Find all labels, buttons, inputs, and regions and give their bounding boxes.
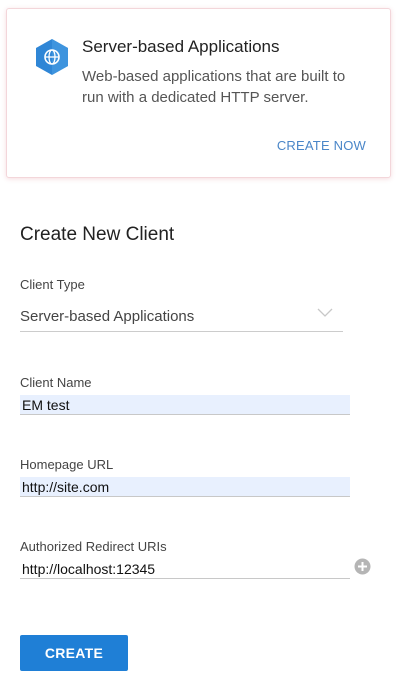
chevron-down-icon bbox=[317, 308, 333, 317]
add-redirect-uri-icon[interactable] bbox=[354, 558, 371, 575]
card-description: Web-based applications that are built to… bbox=[82, 68, 346, 106]
client-type-select[interactable]: Server-based Applications bbox=[20, 304, 343, 332]
client-type-label: Client Type bbox=[20, 277, 85, 292]
create-now-link[interactable]: CREATE NOW bbox=[277, 138, 366, 153]
homepage-url-input[interactable] bbox=[20, 477, 350, 497]
form-title: Create New Client bbox=[20, 224, 175, 245]
client-name-input[interactable] bbox=[20, 395, 350, 415]
redirect-uri-input[interactable] bbox=[20, 559, 350, 579]
client-type-card: Server-based Applications Web-based appl… bbox=[6, 8, 391, 178]
globe-icon bbox=[36, 39, 68, 75]
redirect-uris-label: Authorized Redirect URIs bbox=[20, 539, 167, 554]
client-type-value: Server-based Applications bbox=[20, 308, 195, 325]
card-title: Server-based Applications bbox=[82, 37, 280, 56]
create-button[interactable]: CREATE bbox=[20, 635, 128, 671]
homepage-url-label: Homepage URL bbox=[20, 457, 114, 472]
client-name-label: Client Name bbox=[20, 375, 92, 390]
